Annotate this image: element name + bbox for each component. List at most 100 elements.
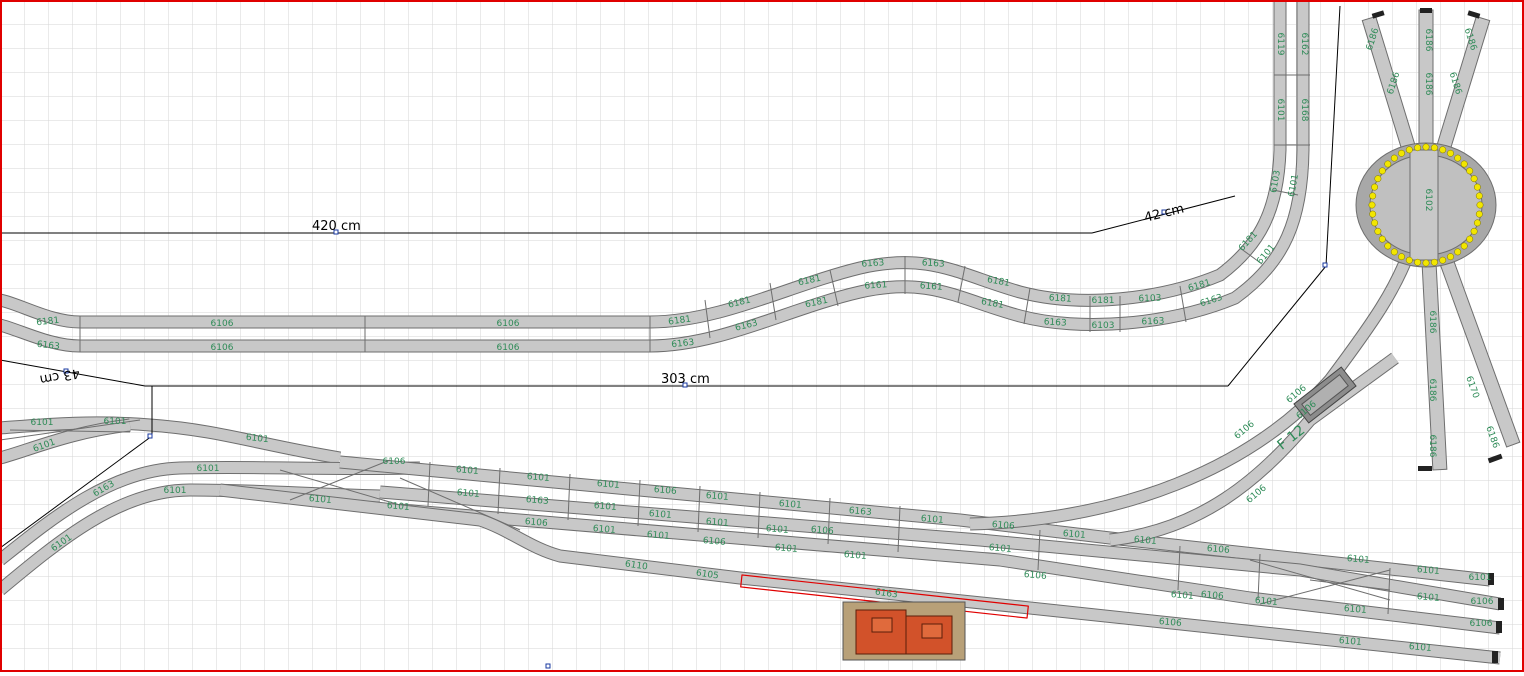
track-code-label: 6163 [848, 506, 872, 518]
track-code-label: 6101 [774, 543, 798, 555]
track-code-label: 6101 [705, 491, 729, 503]
track-code-label: 6186 [1423, 29, 1433, 52]
turntable-marker-dot [1475, 210, 1483, 218]
turntable-marker-dot [1398, 149, 1405, 157]
turntable-marker-dot [1371, 219, 1379, 227]
track-code-label: 6181 [1092, 296, 1115, 306]
turntable-marker-dot [1473, 183, 1481, 191]
turntable-marker-dot [1466, 167, 1474, 175]
turntable-marker-dot [1405, 146, 1413, 154]
track-code-label: 6101 [104, 417, 127, 427]
track-code-label: 6101 [1343, 604, 1367, 616]
turntable-marker-dot [1371, 183, 1379, 191]
turntable-marker-dot [1378, 167, 1386, 175]
track-code-label: 6101 [526, 472, 550, 484]
track-code-label: 6101 [596, 479, 620, 491]
track-code-label: 6101 [1416, 565, 1440, 577]
turntable-marker-dot [1384, 160, 1392, 168]
track-code-label: 6101 [164, 486, 187, 496]
track-plan[interactable]: 420 cm 303 cm 42 cm 43 cm F 12 6181 6106 6… [0, 0, 1524, 672]
turntable-marker-dot [1476, 201, 1484, 209]
dimension-label-420: 420 cm [312, 219, 361, 234]
track-code-label: 6106 [1470, 619, 1493, 629]
turntable-marker-dot [1439, 256, 1447, 264]
turntable-marker-dot [1470, 227, 1478, 235]
layout-canvas[interactable]: 420 cm 303 cm 42 cm 43 cm F 12 6181 6106 6… [0, 0, 1524, 672]
turntable-marker-dot [1405, 256, 1413, 264]
track-code-label: 6161 [864, 280, 888, 292]
track-code-label: 6106 [1158, 617, 1182, 629]
track-code-label: 6106 [211, 343, 234, 353]
turntable-marker-dot [1447, 253, 1454, 261]
turntable-marker-dot [1430, 258, 1438, 266]
turntable-marker-dot [1454, 154, 1462, 162]
track-code-label: 6163 [525, 495, 549, 507]
track-code-label: 6106 [497, 319, 520, 329]
turntable-marker-dot [1454, 248, 1462, 256]
turntable-marker-dot [1460, 242, 1468, 250]
track-code-label: 6106 [653, 485, 677, 497]
turntable-marker-dot [1447, 149, 1454, 157]
track-code-label: 6186 [1427, 311, 1437, 334]
track-code-label: 6101 [386, 501, 410, 513]
turntable-marker-dot [1368, 201, 1376, 209]
track-code-label: 6101 [778, 499, 802, 511]
track-code-label: 6163 [1141, 317, 1164, 328]
track-code-label: 6106 [810, 525, 834, 537]
track-code-label: 6162 [1299, 33, 1309, 56]
track-code-label: 6101 [1254, 596, 1278, 608]
track-code-label: 6181 [1048, 293, 1072, 305]
track-code-label: 6101 [1170, 590, 1194, 602]
track-code-label: 6106 [497, 343, 520, 353]
track-code-label: 6106 [1023, 570, 1047, 582]
track-code-label: 6186 [1427, 379, 1437, 402]
turntable-marker-dot [1390, 248, 1398, 256]
turntable-marker-dot [1473, 219, 1481, 227]
track-code-label: 6163 [861, 258, 885, 270]
turntable-marker-dot [1374, 175, 1382, 183]
track-code-label: 6106 [211, 319, 234, 329]
dimension-label-303: 303 cm [661, 372, 710, 387]
track-code-label: 6101 [593, 501, 617, 513]
turntable-marker-dot [1369, 210, 1377, 218]
turntable-marker-dot [1369, 192, 1377, 200]
track-code-label: 6106 [524, 517, 548, 529]
station-building[interactable] [842, 601, 966, 661]
turntable-marker-dot [1398, 253, 1405, 261]
turntable-marker-dot [1414, 144, 1422, 152]
track-code-label: 6101 [592, 524, 616, 536]
track-code-label: 6106 [383, 457, 406, 467]
track-code-label: 6101 [197, 464, 220, 474]
track-code-label: 6102 [1423, 189, 1433, 212]
track-code-label: 6161 [919, 281, 943, 293]
track-code-label: 6103 [1092, 321, 1115, 331]
track-code-label: 6101 [705, 517, 729, 529]
track-code-label: 6101 [456, 488, 480, 500]
track-code-label: 6106 [702, 536, 726, 548]
track-code-label: 6101 [646, 530, 670, 542]
track-code-label: 6106 [991, 520, 1015, 532]
turntable-marker-dot [1378, 235, 1386, 243]
track-code-label: 6101 [1416, 592, 1440, 604]
turntable-marker-dot [1384, 242, 1392, 250]
track-code-label: 6101 [31, 418, 54, 428]
track-code-label: 6101 [1275, 99, 1285, 122]
turntable-marker-dot [1439, 146, 1447, 154]
track-code-label: 6101 [1469, 573, 1492, 583]
track-code-label: 6103 [1138, 294, 1161, 305]
turntable-marker-dot [1475, 192, 1483, 200]
track-code-label: 6101 [1133, 535, 1157, 547]
track-code-label: 6119 [1275, 33, 1285, 56]
track-code-label: 6186 [1423, 73, 1433, 96]
track-code-label: 6101 [1346, 554, 1370, 566]
track-code-label: 6106 [1471, 597, 1494, 607]
turntable-marker-dot [1430, 144, 1438, 152]
turntable-marker-dot [1414, 258, 1422, 266]
track-code-label: 6163 [1043, 317, 1067, 329]
track-code-label: 6186 [1427, 435, 1437, 458]
track-code-label: 6101 [1408, 642, 1432, 654]
track-code-label: 6101 [1338, 636, 1362, 648]
track-code-label: 6163 [921, 258, 945, 270]
turntable-marker-dot [1422, 259, 1430, 267]
track-code-label: 6101 [648, 509, 672, 521]
